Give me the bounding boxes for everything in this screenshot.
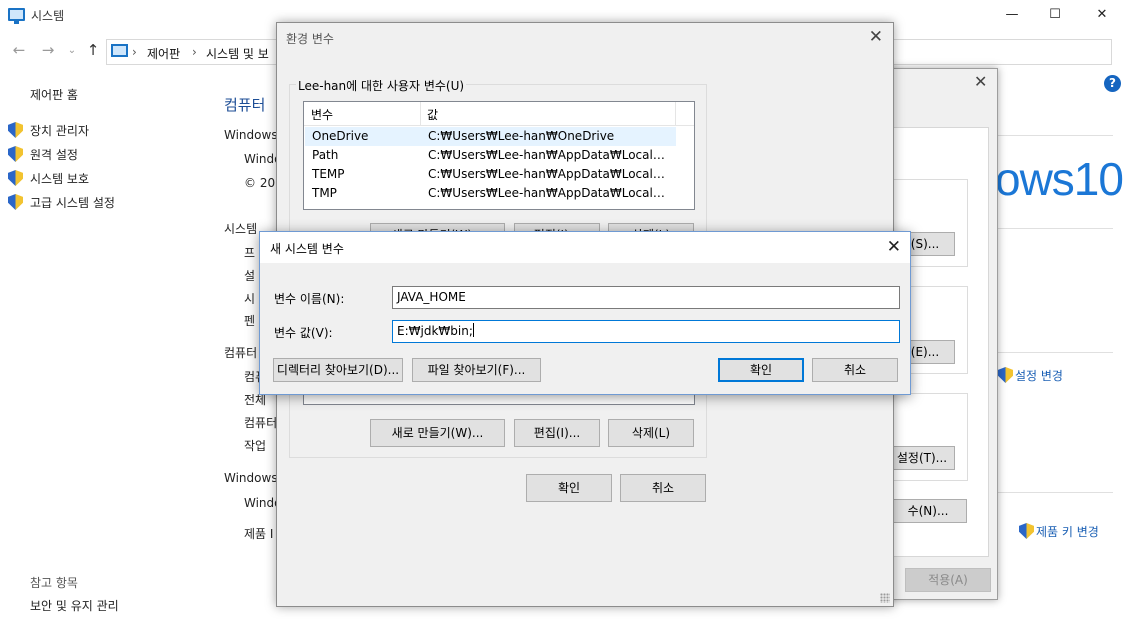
- maximize-button[interactable]: ☐: [1032, 0, 1078, 30]
- divider: [995, 228, 1113, 229]
- divider: [995, 492, 1113, 493]
- variable-name: TEMP: [312, 167, 345, 181]
- close-icon[interactable]: ✕: [887, 237, 901, 257]
- variable-value-label: 변수 값(V):: [274, 326, 333, 340]
- nav-item-label: 시스템 보호: [30, 172, 90, 186]
- computer-icon: [8, 8, 25, 24]
- shield-icon: [8, 194, 23, 210]
- close-icon[interactable]: ✕: [974, 72, 987, 91]
- change-settings-link[interactable]: 설정 변경: [998, 367, 1063, 384]
- nav-item-label: 고급 시스템 설정: [30, 196, 115, 210]
- computer-desc-label: 컴퓨터: [244, 416, 278, 430]
- product-id-label: 제품 I: [244, 527, 274, 541]
- activation-heading: Windows: [224, 471, 278, 485]
- breadcrumb-system-security[interactable]: 시스템 및 보: [206, 45, 269, 62]
- system-heading: 시스템: [224, 222, 258, 236]
- shield-icon: [8, 122, 23, 138]
- variable-value: C:₩Users₩Lee-han₩AppData₩Local₩Temp: [428, 167, 676, 181]
- security-maintenance-link[interactable]: 보안 및 유지 관리: [30, 597, 119, 614]
- variable-value-input[interactable]: E:₩jdk₩bin;: [392, 320, 900, 343]
- system-delete-button[interactable]: 삭제(L): [608, 419, 694, 447]
- link-label: 설정 변경: [1015, 369, 1063, 383]
- computer-icon: [111, 44, 128, 57]
- shield-icon: [8, 170, 23, 186]
- table-row[interactable]: TEMP C:₩Users₩Lee-han₩AppData₩Local₩Temp: [305, 165, 676, 184]
- shield-icon: [1019, 523, 1034, 539]
- close-button[interactable]: ✕: [1079, 0, 1125, 30]
- variable-name: Path: [312, 148, 339, 162]
- windows-edition-heading: Windows: [224, 128, 278, 142]
- page-title: 컴퓨터: [224, 96, 266, 114]
- nav-device-manager[interactable]: 장치 관리자: [8, 122, 89, 142]
- dialog-title: 새 시스템 변수: [270, 242, 344, 256]
- recent-dropdown-icon[interactable]: ⌄: [62, 45, 82, 56]
- shield-icon: [998, 367, 1013, 383]
- browse-file-button[interactable]: 파일 찾아보기(F)...: [412, 358, 541, 382]
- divider: [995, 352, 1113, 353]
- close-icon[interactable]: ✕: [869, 27, 883, 47]
- processor-label: 프: [244, 246, 256, 260]
- cancel-button[interactable]: 취소: [812, 358, 898, 382]
- table-row[interactable]: TMP C:₩Users₩Lee-han₩AppData₩Local₩Temp: [305, 184, 676, 203]
- variable-value-text: E:₩jdk₩bin;: [397, 324, 473, 338]
- link-label: 제품 키 변경: [1036, 525, 1099, 539]
- divider: [995, 135, 1113, 136]
- change-product-key-link[interactable]: 제품 키 변경: [1019, 523, 1099, 540]
- up-arrow-icon[interactable]: ↑: [83, 41, 103, 59]
- column-separator: [420, 102, 421, 126]
- startup-settings-button[interactable]: 설정(T)...: [889, 446, 955, 470]
- cancel-button[interactable]: 취소: [620, 474, 706, 502]
- forward-arrow-icon[interactable]: →: [38, 41, 58, 59]
- variable-name-input[interactable]: JAVA_HOME: [392, 286, 900, 309]
- memory-label: 설: [244, 269, 256, 283]
- nav-advanced-settings[interactable]: 고급 시스템 설정: [8, 194, 115, 214]
- help-icon[interactable]: ?: [1104, 75, 1121, 92]
- user-variables-list[interactable]: 변수 값 OneDrive C:₩Users₩Lee-han₩OneDrive …: [303, 101, 695, 210]
- dialog-title: 환경 변수: [286, 32, 334, 46]
- table-row[interactable]: Path C:₩Users₩Lee-han₩AppData₩Local₩Micr…: [305, 146, 676, 165]
- column-header-variable[interactable]: 변수: [311, 106, 333, 123]
- table-row[interactable]: OneDrive C:₩Users₩Lee-han₩OneDrive: [305, 127, 676, 146]
- resize-grip-icon[interactable]: [880, 593, 890, 603]
- breadcrumb-separator-icon: ›: [132, 45, 137, 59]
- column-separator: [675, 102, 676, 126]
- variable-name-label: 변수 이름(N):: [274, 292, 345, 306]
- variable-value: C:₩Users₩Lee-han₩AppData₩Local₩Temp: [428, 186, 676, 200]
- nav-system-protection[interactable]: 시스템 보호: [8, 170, 89, 190]
- column-header-value[interactable]: 값: [427, 106, 438, 123]
- minimize-button[interactable]: —: [989, 0, 1035, 30]
- variable-value: C:₩Users₩Lee-han₩OneDrive: [428, 129, 615, 143]
- breadcrumb-separator-icon: ›: [192, 45, 197, 59]
- workgroup-label: 작업: [244, 439, 267, 453]
- system-type-label: 시: [244, 292, 256, 306]
- system-edit-button[interactable]: 편집(I)...: [514, 419, 600, 447]
- pen-label: 펜: [244, 314, 256, 328]
- environment-variables-button[interactable]: 수(N)...: [889, 499, 967, 523]
- see-also-heading: 참고 항목: [30, 576, 78, 590]
- variable-name: TMP: [312, 186, 337, 200]
- new-system-variable-dialog: 새 시스템 변수 ✕ 변수 이름(N): JAVA_HOME 변수 값(V): …: [259, 231, 911, 395]
- ok-button[interactable]: 확인: [526, 474, 612, 502]
- computer-name-heading: 컴퓨터: [224, 346, 258, 360]
- control-panel-home-link[interactable]: 제어판 홈: [30, 86, 78, 103]
- nav-item-label: 원격 설정: [30, 148, 78, 162]
- list-header: 변수 값: [304, 102, 694, 126]
- variable-value: C:₩Users₩Lee-han₩AppData₩Local₩Micro...: [428, 148, 676, 162]
- variable-name: OneDrive: [312, 129, 369, 143]
- shield-icon: [8, 146, 23, 162]
- dialog-title-bar: 새 시스템 변수 ✕: [260, 232, 910, 263]
- window-title: 시스템: [31, 9, 65, 23]
- breadcrumb-control-panel[interactable]: 제어판: [147, 45, 180, 62]
- nav-item-label: 장치 관리자: [30, 124, 90, 138]
- back-arrow-icon[interactable]: ←: [9, 41, 29, 59]
- apply-button[interactable]: 적용(A): [905, 568, 991, 592]
- windows-10-logo: ows10: [995, 153, 1124, 205]
- nav-remote-settings[interactable]: 원격 설정: [8, 146, 78, 166]
- browse-directory-button[interactable]: 디렉터리 찾아보기(D)...: [273, 358, 403, 382]
- text-caret: [472, 323, 474, 337]
- ok-button[interactable]: 확인: [718, 358, 804, 382]
- user-variables-label: Lee-han에 대한 사용자 변수(U): [296, 77, 467, 94]
- system-new-button[interactable]: 새로 만들기(W)...: [370, 419, 505, 447]
